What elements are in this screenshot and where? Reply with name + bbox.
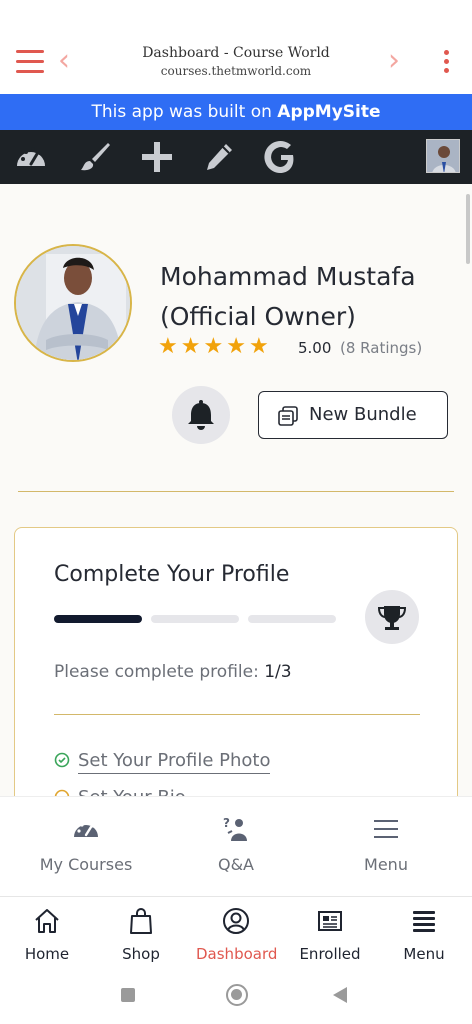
recents-icon[interactable]: [121, 988, 135, 1002]
star-icon: ★: [248, 334, 272, 359]
nav-label: Menu: [403, 945, 445, 963]
nav-label: Enrolled: [299, 945, 361, 963]
task-label: Set Your Profile Photo: [78, 750, 271, 774]
back-system-icon[interactable]: [333, 987, 347, 1003]
bell-icon: [188, 400, 214, 430]
trophy-button[interactable]: [365, 590, 419, 644]
star-icon: ★: [180, 334, 204, 359]
banner-text: This app was built on: [91, 102, 278, 122]
nav-home[interactable]: Home: [7, 907, 87, 963]
pending-circle-icon: [54, 789, 70, 796]
card-divider: [54, 714, 420, 715]
question-person-icon: ?: [223, 816, 247, 841]
forward-chevron-icon[interactable]: ›: [388, 46, 400, 76]
nav-shop[interactable]: Shop: [101, 907, 181, 963]
tab-label: Menu: [364, 855, 408, 874]
tab-qa[interactable]: ? Q&A: [166, 815, 306, 874]
tab-menu[interactable]: Menu: [316, 815, 456, 874]
tab-label: My Courses: [39, 855, 133, 874]
google-g-icon[interactable]: [264, 140, 298, 174]
shopping-bag-icon: [130, 908, 152, 934]
name-line-2: (Official Owner): [160, 302, 356, 331]
section-divider: [18, 491, 454, 492]
back-chevron-icon[interactable]: ‹: [58, 46, 70, 76]
check-circle-icon: [54, 752, 70, 768]
admin-avatar[interactable]: [426, 139, 460, 173]
progress-value: 1/3: [264, 662, 292, 682]
user-circle-icon: [223, 908, 249, 934]
nav-label: Home: [24, 945, 70, 963]
page-title: Dashboard - Course World: [142, 45, 330, 61]
task-item-bio[interactable]: Set Your Bio: [54, 787, 186, 796]
dashboard-gauge-icon: [74, 821, 98, 837]
svg-text:?: ?: [223, 816, 230, 830]
new-bundle-label: New Bundle: [309, 404, 417, 425]
task-label: Set Your Bio: [78, 787, 186, 796]
progress-text: Please complete profile: 1/3: [54, 662, 292, 682]
nav-enrolled[interactable]: Enrolled: [290, 907, 370, 963]
more-options-icon[interactable]: [440, 50, 452, 76]
dashboard-content: Mohammad Mustafa (Official Owner) ★★★★★ …: [0, 184, 472, 796]
newspaper-icon: [318, 911, 342, 931]
hamburger-menu-icon: [374, 820, 398, 838]
hamburger-menu-icon[interactable]: [16, 50, 44, 74]
tab-my-courses[interactable]: My Courses: [16, 815, 156, 874]
new-bundle-button[interactable]: New Bundle: [258, 391, 448, 439]
complete-profile-card: Complete Your Profile Please complete pr…: [14, 527, 458, 796]
scrollbar[interactable]: [466, 194, 470, 264]
home-system-icon[interactable]: [226, 984, 248, 1006]
banner-brand: AppMySite: [277, 102, 381, 122]
trophy-icon: [377, 606, 407, 630]
header-title-block: Dashboard - Course World courses.thetmwo…: [100, 45, 372, 78]
card-title: Complete Your Profile: [54, 562, 290, 587]
progress-label: Please complete profile:: [54, 662, 265, 682]
notifications-button[interactable]: [172, 386, 230, 444]
page-url: courses.thetmworld.com: [160, 64, 312, 78]
dashboard-gauge-icon[interactable]: [14, 140, 48, 174]
pencil-edit-icon[interactable]: [202, 140, 236, 174]
star-rating: ★★★★★: [158, 334, 272, 359]
star-icon: ★: [158, 334, 181, 359]
star-icon: ★: [226, 334, 249, 359]
nav-menu[interactable]: Menu: [384, 907, 464, 963]
nav-label: Shop: [122, 945, 160, 963]
progress-segment: [54, 615, 142, 623]
progress-segment: [151, 615, 239, 623]
task-item-profile-photo[interactable]: Set Your Profile Photo: [54, 750, 271, 774]
home-icon: [35, 909, 59, 933]
progress-segment: [248, 615, 336, 623]
paintbrush-icon[interactable]: [78, 140, 112, 174]
rating-value: 5.00: [298, 339, 332, 357]
app-bottom-nav: Home Shop Dashboard Enrolled Menu: [0, 896, 472, 968]
bundle-icon: [278, 406, 298, 426]
instructor-name: Mohammad Mustafa (Official Owner): [160, 257, 460, 337]
nav-label: Dashboard: [196, 945, 278, 963]
tab-label: Q&A: [217, 855, 254, 874]
profile-avatar[interactable]: [14, 244, 132, 362]
list-icon: [413, 911, 435, 932]
star-icon: ★: [203, 334, 227, 359]
name-line-1: Mohammad Mustafa: [160, 262, 416, 291]
system-nav-bar: [0, 968, 472, 1024]
add-new-icon[interactable]: [140, 140, 174, 174]
appmysite-banner[interactable]: This app was built on AppMySite: [0, 94, 472, 130]
dashboard-tab-bar: My Courses ? Q&A Menu: [0, 796, 472, 896]
rating-count: (8 Ratings): [340, 339, 423, 357]
admin-toolbar: [0, 130, 472, 184]
app-header: ‹ Dashboard - Course World courses.thetm…: [0, 0, 472, 94]
nav-dashboard[interactable]: Dashboard: [196, 907, 278, 963]
